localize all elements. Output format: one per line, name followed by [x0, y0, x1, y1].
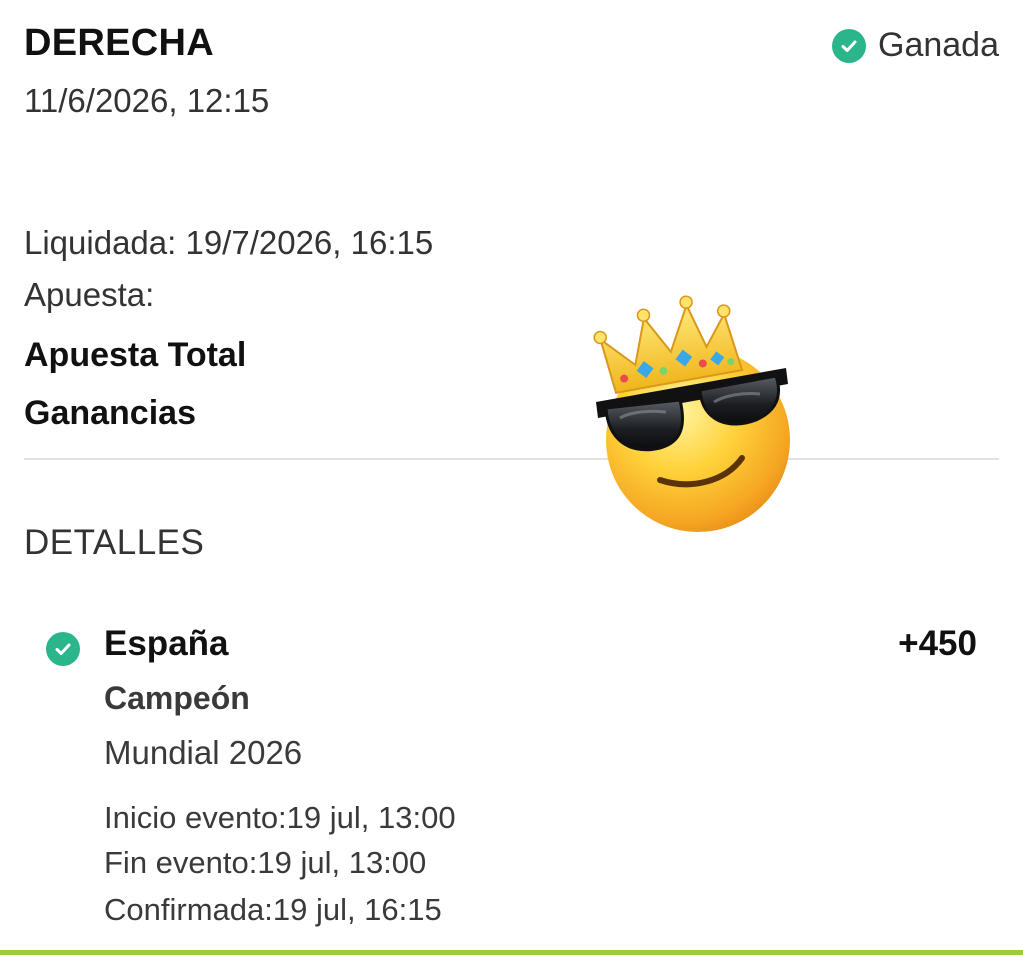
divider: [24, 458, 999, 460]
status-badge: Ganada: [832, 26, 999, 65]
selection-event: Mundial 2026: [104, 734, 303, 771]
total-stake-label: Apuesta Total: [24, 336, 247, 374]
cool-face-crown-emoji: [593, 295, 790, 532]
event-end: Fin evento:19 jul, 13:00: [104, 845, 427, 880]
check-circle-icon: [46, 632, 80, 666]
bet-label: Apuesta:: [24, 276, 155, 313]
bet-date: 11/6/2026, 12:15: [24, 82, 270, 119]
confirmed-time: Confirmada:19 jul, 16:15: [104, 892, 442, 927]
bottom-accent-bar: [0, 950, 1023, 955]
details-heading: DETALLES: [24, 523, 205, 562]
winnings-label: Ganancias: [24, 394, 196, 432]
check-circle-icon: [832, 28, 866, 63]
selection-odds: +450: [898, 624, 977, 663]
event-start: Inicio evento:19 jul, 13:00: [104, 800, 456, 835]
selection-team: España: [104, 624, 229, 663]
status-label: Ganada: [878, 26, 999, 64]
bet-type-title: DERECHA: [24, 22, 215, 64]
selection-market: Campeón: [104, 680, 250, 716]
settled-date: Liquidada: 19/7/2026, 16:15: [24, 224, 434, 261]
